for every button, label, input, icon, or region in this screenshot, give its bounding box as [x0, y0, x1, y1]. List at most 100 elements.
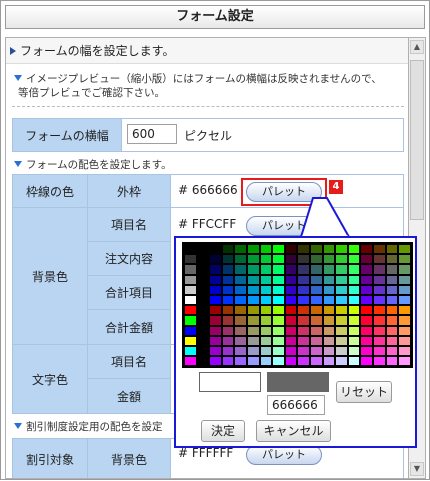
- color-swatch[interactable]: [222, 336, 234, 345]
- color-swatch[interactable]: [298, 296, 309, 305]
- reset-button[interactable]: リセット: [336, 381, 392, 403]
- color-swatch[interactable]: [210, 347, 221, 356]
- color-swatch[interactable]: [348, 357, 360, 366]
- color-swatch[interactable]: [273, 275, 284, 284]
- color-swatch[interactable]: [386, 245, 398, 254]
- cancel-button[interactable]: キャンセル: [256, 420, 331, 442]
- color-swatch[interactable]: [285, 336, 297, 345]
- color-swatch[interactable]: [222, 347, 234, 356]
- color-swatch[interactable]: [311, 306, 322, 315]
- color-swatch[interactable]: [285, 245, 297, 254]
- color-swatch[interactable]: [197, 357, 209, 366]
- color-swatch[interactable]: [348, 316, 360, 325]
- color-swatch[interactable]: [399, 306, 410, 315]
- color-swatch[interactable]: [273, 285, 284, 294]
- color-swatch[interactable]: [235, 347, 246, 356]
- color-swatch[interactable]: [260, 296, 272, 305]
- color-swatch[interactable]: [285, 316, 297, 325]
- color-swatch[interactable]: [399, 357, 410, 366]
- color-swatch[interactable]: [323, 255, 335, 264]
- color-swatch[interactable]: [361, 316, 372, 325]
- color-swatch[interactable]: [336, 357, 347, 366]
- color-swatch[interactable]: [248, 316, 259, 325]
- color-swatch[interactable]: [273, 306, 284, 315]
- color-swatch[interactable]: [298, 255, 309, 264]
- color-swatch[interactable]: [248, 326, 259, 335]
- color-swatch[interactable]: [260, 357, 272, 366]
- color-swatch[interactable]: [260, 316, 272, 325]
- color-swatch[interactable]: [197, 265, 209, 274]
- color-swatch[interactable]: [197, 275, 209, 284]
- color-swatch[interactable]: [210, 357, 221, 366]
- color-swatch[interactable]: [260, 347, 272, 356]
- color-swatch[interactable]: [298, 347, 309, 356]
- color-swatch[interactable]: [298, 357, 309, 366]
- color-swatch[interactable]: [399, 347, 410, 356]
- color-swatch[interactable]: [361, 255, 372, 264]
- color-swatch[interactable]: [386, 285, 398, 294]
- color-swatch[interactable]: [210, 275, 221, 284]
- color-swatch[interactable]: [374, 245, 385, 254]
- color-swatch[interactable]: [361, 357, 372, 366]
- color-swatch[interactable]: [361, 285, 372, 294]
- color-swatch[interactable]: [323, 265, 335, 274]
- color-swatch[interactable]: [285, 347, 297, 356]
- color-swatch[interactable]: [386, 336, 398, 345]
- color-swatch[interactable]: [323, 285, 335, 294]
- color-swatch[interactable]: [285, 265, 297, 274]
- color-swatch[interactable]: [260, 306, 272, 315]
- color-swatch[interactable]: [185, 245, 196, 254]
- color-swatch[interactable]: [298, 306, 309, 315]
- color-swatch[interactable]: [235, 285, 246, 294]
- color-swatch[interactable]: [361, 336, 372, 345]
- color-swatch[interactable]: [222, 275, 234, 284]
- color-swatch[interactable]: [248, 357, 259, 366]
- color-swatch[interactable]: [235, 306, 246, 315]
- color-swatch[interactable]: [348, 336, 360, 345]
- color-swatch[interactable]: [348, 306, 360, 315]
- color-swatch[interactable]: [323, 275, 335, 284]
- color-swatch[interactable]: [336, 336, 347, 345]
- color-swatch[interactable]: [399, 296, 410, 305]
- color-swatch[interactable]: [386, 357, 398, 366]
- color-swatch[interactable]: [298, 316, 309, 325]
- color-swatch[interactable]: [374, 306, 385, 315]
- color-swatch[interactable]: [197, 326, 209, 335]
- color-swatch[interactable]: [197, 255, 209, 264]
- color-swatch[interactable]: [311, 316, 322, 325]
- color-swatch[interactable]: [185, 296, 196, 305]
- color-swatch[interactable]: [361, 347, 372, 356]
- color-swatch[interactable]: [210, 245, 221, 254]
- color-swatch[interactable]: [210, 265, 221, 274]
- color-swatch[interactable]: [311, 336, 322, 345]
- color-swatch[interactable]: [197, 245, 209, 254]
- color-swatch[interactable]: [298, 285, 309, 294]
- color-swatch[interactable]: [273, 265, 284, 274]
- color-swatch[interactable]: [336, 326, 347, 335]
- color-swatch[interactable]: [336, 347, 347, 356]
- hex-value-input[interactable]: 666666: [267, 395, 325, 415]
- color-swatch[interactable]: [399, 285, 410, 294]
- color-swatch[interactable]: [260, 255, 272, 264]
- color-swatch[interactable]: [273, 245, 284, 254]
- color-swatch[interactable]: [323, 316, 335, 325]
- color-swatch[interactable]: [323, 326, 335, 335]
- color-swatch[interactable]: [197, 347, 209, 356]
- color-swatch[interactable]: [185, 306, 196, 315]
- color-swatch[interactable]: [248, 306, 259, 315]
- color-swatch[interactable]: [210, 326, 221, 335]
- color-swatch[interactable]: [260, 245, 272, 254]
- color-swatch[interactable]: [361, 326, 372, 335]
- color-swatch[interactable]: [273, 347, 284, 356]
- color-swatch[interactable]: [399, 336, 410, 345]
- color-swatch[interactable]: [185, 275, 196, 284]
- color-swatch[interactable]: [374, 316, 385, 325]
- color-swatch[interactable]: [185, 285, 196, 294]
- color-swatch[interactable]: [386, 326, 398, 335]
- color-swatch[interactable]: [185, 326, 196, 335]
- color-swatch[interactable]: [361, 275, 372, 284]
- color-swatch[interactable]: [374, 285, 385, 294]
- color-swatch[interactable]: [248, 275, 259, 284]
- color-swatch[interactable]: [197, 285, 209, 294]
- color-swatch[interactable]: [210, 316, 221, 325]
